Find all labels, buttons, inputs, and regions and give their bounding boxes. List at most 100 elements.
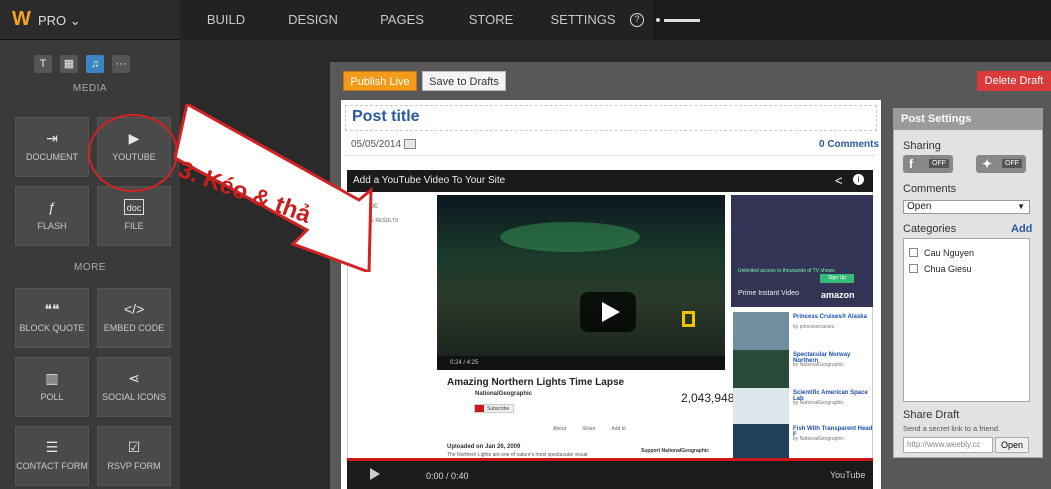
tile-embed-code[interactable]: </> EMBED CODE [97,288,171,348]
media-heading: MEDIA [72,83,108,94]
ad-signup-button[interactable]: Sign Up [820,274,854,283]
tile-document[interactable]: ⇥ DOCUMENT [15,117,89,177]
tile-contact-form[interactable]: ☰ CONTACT FORM [15,426,89,486]
post-settings-heading: Post Settings [893,108,1043,130]
facebook-toggle[interactable]: f OFF [903,155,953,173]
info-icon[interactable]: i [853,174,864,185]
document-icon: ⇥ [46,130,58,146]
play-icon [602,302,620,322]
calendar-icon[interactable] [404,139,416,149]
youtube-header-title: Add a YouTube Video To Your Site [353,175,506,186]
facebook-icon: f [909,157,913,171]
video-tabs: About Share Add to [553,426,626,432]
progress-bar [664,19,700,22]
twitter-icon: ✦ [982,157,993,171]
tile-block-quote[interactable]: ❝❝ BLOCK QUOTE [15,288,89,348]
nav-right-area [653,0,1051,40]
video-thumbnail [733,312,789,352]
nav-build[interactable]: BUILD [180,0,272,40]
rec-meta: by NationalGeographic [793,362,844,368]
poll-icon: ▥ [45,370,59,386]
code-icon: </> [124,301,145,317]
layout-category-icon[interactable]: ▦ [60,55,78,73]
share-url-field[interactable]: http://www.weebly.cc [903,437,993,453]
tile-label: CONTACT FORM [16,461,88,471]
natgeo-logo [682,311,695,327]
list-item[interactable]: Fish With Transparent Head F by National… [733,424,873,458]
list-item[interactable]: Princess Cruises® Alaska by princesscrui… [733,312,873,352]
comments-value: Open [907,201,932,212]
player-progress[interactable] [347,458,873,461]
tab-share[interactable]: Share [582,426,595,432]
flash-icon: ƒ [48,199,56,215]
youtube-highlight-circle [88,114,178,192]
chevron-down-icon: ▼ [1017,202,1025,211]
tile-label: DOCUMENT [26,152,78,162]
video-thumbnail [733,424,789,458]
add-category-link[interactable]: Add [1011,223,1032,235]
text-category-icon[interactable]: T [34,55,52,73]
checkbox[interactable] [909,264,918,273]
category-item[interactable]: Chua Giesu [909,264,972,274]
checkbox[interactable] [909,248,918,257]
tab-add-to[interactable]: Add to [611,426,625,432]
category-item[interactable]: Cau Nguyen [909,248,974,258]
list-item[interactable]: Spectacular Norway Northern by NationalG… [733,350,873,390]
rsvp-icon: ☑ [127,439,141,455]
divider [345,155,875,156]
youtube-logo[interactable]: YouTube [830,470,865,480]
tile-label: EMBED CODE [103,323,165,333]
comments-label: Comments [903,183,957,195]
tile-poll[interactable]: ▥ POLL [15,357,89,417]
toggle-state: OFF [929,159,949,168]
video-time-small: 0:24 / 4:25 [450,360,479,366]
more-heading: MORE [74,262,106,273]
weebly-logo[interactable]: W [12,8,32,30]
twitter-toggle[interactable]: ✦ OFF [976,155,1026,173]
share-icon: ⋖ [128,370,140,386]
rec-meta: by NationalGeographic [793,436,844,442]
toggle-state: OFF [1002,159,1022,168]
comments-select[interactable]: Open ▼ [903,200,1030,214]
amazon-logo: amazon [821,290,855,300]
rec-title: Princess Cruises® Alaska [793,314,867,320]
title-field-outline [345,105,877,131]
help-icon[interactable]: ? [630,13,644,27]
more-category-icon[interactable]: ··· [112,55,130,73]
share-icon[interactable]: < [835,173,843,188]
plan-menu[interactable]: PRO ⌄ [38,13,81,29]
tile-label: BLOCK QUOTE [19,323,85,333]
list-item[interactable]: Scientific American Space Lab by Nationa… [733,388,873,428]
save-to-drafts-button[interactable]: Save to Drafts [422,71,506,91]
nav-settings[interactable]: SETTINGS [532,0,634,40]
rec-meta: by princesscruises [793,324,835,330]
open-button[interactable]: Open [995,437,1029,453]
channel-name: NationalGeographic [475,391,533,397]
player-play-icon[interactable] [370,468,380,480]
video-thumbnail [733,350,789,390]
share-draft-text: Send a secret link to a friend. [903,424,1001,433]
tile-flash[interactable]: ƒ FLASH [15,186,89,246]
nav-store[interactable]: STORE [450,0,532,40]
tile-social-icons[interactable]: ⋖ SOCIAL ICONS [97,357,171,417]
tile-file[interactable]: doc FILE [97,186,171,246]
tile-label: FILE [124,221,144,231]
share-draft-label: Share Draft [903,409,960,421]
tile-label: RSVP FORM [107,461,161,471]
tile-rsvp-form[interactable]: ☑ RSVP FORM [97,426,171,486]
nav-pages[interactable]: PAGES [354,0,450,40]
tab-about[interactable]: About [553,426,566,432]
video-controls[interactable] [437,356,725,370]
video-thumbnail [733,388,789,428]
aurora-image [500,222,640,252]
media-category-icon[interactable]: ♫ [86,55,104,73]
tile-label: POLL [40,392,64,402]
sharing-label: Sharing [903,140,941,152]
nav-design[interactable]: DESIGN [272,0,354,40]
comments-link[interactable]: 0 Comments [819,139,879,150]
quote-icon: ❝❝ [44,301,60,317]
subscribe-icon [475,405,484,412]
delete-draft-button[interactable]: Delete Draft [977,71,1051,91]
tile-label: SOCIAL ICONS [102,392,166,402]
publish-live-button[interactable]: Publish Live [343,71,417,91]
